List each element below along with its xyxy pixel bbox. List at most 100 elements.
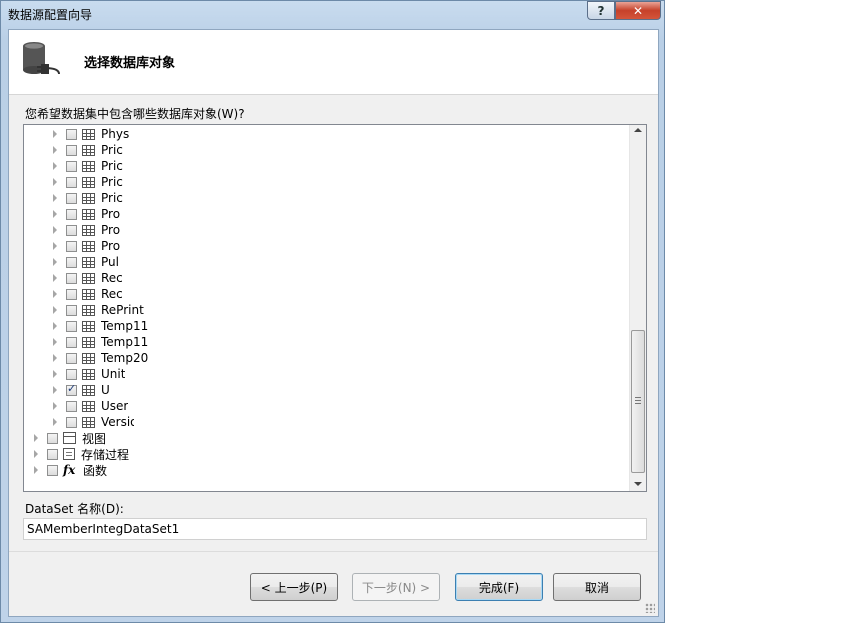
tree-row-table[interactable]: Pro — [50, 238, 134, 254]
tree-row-table[interactable]: Phys — [50, 126, 134, 142]
tree-row-table[interactable]: RePrint — [50, 302, 144, 318]
dataset-name-label: DataSet 名称(D): — [25, 502, 124, 516]
finish-button[interactable]: 完成(F) — [455, 573, 543, 601]
tree-checkbox[interactable] — [66, 352, 77, 364]
expand-arrow-icon[interactable] — [50, 414, 59, 430]
tree-checkbox[interactable] — [47, 448, 58, 460]
tree-row-table[interactable]: Rec — [50, 286, 134, 302]
tree-row-label: Pric — [101, 143, 123, 157]
back-button[interactable]: < 上一步(P) — [250, 573, 338, 601]
tree-group-views[interactable]: 视图 — [31, 430, 106, 446]
tree-row-table[interactable]: Rec — [50, 270, 134, 286]
close-button[interactable]: ✕ — [615, 1, 661, 20]
tree-group-functions[interactable]: fx 函数 — [31, 462, 107, 478]
tree-checkbox[interactable] — [66, 144, 77, 156]
tree-row-label: Pul — [101, 255, 119, 269]
tree-vertical-scrollbar[interactable] — [629, 125, 646, 491]
table-icon — [82, 416, 95, 428]
tree-checkbox[interactable] — [66, 176, 77, 188]
tree-checkbox[interactable] — [66, 368, 77, 380]
tree-row-table[interactable]: User — [50, 398, 128, 414]
database-objects-tree[interactable]: Phys Pric Pric Pric Pric Pro Pro Pro Pul… — [23, 124, 647, 492]
tree-checkbox[interactable] — [66, 400, 77, 412]
tree-prompt-label: 您希望数据集中包含哪些数据库对象(W)? — [25, 107, 245, 121]
expand-arrow-icon[interactable] — [50, 174, 59, 190]
expand-arrow-icon[interactable] — [31, 446, 40, 462]
tree-row-table[interactable]: Unit — [50, 366, 125, 382]
scrollbar-thumb[interactable] — [631, 330, 645, 473]
tree-row-label: Temp11 — [101, 319, 149, 333]
tree-row-table[interactable]: Pro — [50, 206, 134, 222]
expand-arrow-icon[interactable] — [50, 398, 59, 414]
tree-checkbox[interactable] — [66, 304, 77, 316]
table-icon — [82, 304, 95, 316]
tree-row-label: Temp11 — [101, 335, 149, 349]
tree-checkbox[interactable] — [66, 320, 77, 332]
table-icon — [82, 400, 95, 412]
expand-arrow-icon[interactable] — [50, 270, 59, 286]
cancel-button[interactable]: 取消 — [553, 573, 641, 601]
tree-row-table[interactable]: Temp20 — [50, 350, 148, 366]
scroll-up-arrow-icon[interactable] — [634, 128, 642, 132]
expand-arrow-icon[interactable] — [50, 318, 59, 334]
table-icon — [82, 192, 95, 204]
tree-row-table[interactable]: Versio — [50, 414, 134, 430]
resize-grip-icon[interactable] — [645, 603, 655, 613]
dataset-name-input[interactable] — [23, 518, 647, 540]
expand-arrow-icon[interactable] — [50, 238, 59, 254]
tree-checkbox[interactable] — [66, 160, 77, 172]
expand-arrow-icon[interactable] — [50, 334, 59, 350]
tree-row-label: Rec — [101, 287, 123, 301]
tree-checkbox[interactable] — [66, 192, 77, 204]
tree-row-label: Pric — [101, 175, 123, 189]
tree-checkbox[interactable] — [66, 416, 77, 428]
tree-row-table[interactable]: Pric — [50, 190, 134, 206]
expand-arrow-icon[interactable] — [50, 254, 59, 270]
wizard-window: 数据源配置向导 ? ✕ 选择数据库对象 您希望数据集中包含哪些数据库对象(W)? — [0, 0, 665, 623]
expand-arrow-icon[interactable] — [50, 286, 59, 302]
tree-row-table[interactable]: Pric — [50, 158, 134, 174]
tree-row-table[interactable]: Pric — [50, 142, 134, 158]
table-icon — [82, 176, 95, 188]
expand-arrow-icon[interactable] — [50, 142, 59, 158]
expand-arrow-icon[interactable] — [50, 366, 59, 382]
expand-arrow-icon[interactable] — [50, 158, 59, 174]
table-icon — [82, 336, 95, 348]
tree-row-table[interactable]: Temp11 — [50, 318, 148, 334]
tree-checkbox[interactable] — [47, 432, 58, 444]
tree-group-stored-procedures[interactable]: 存储过程 — [31, 446, 129, 462]
tree-row-table[interactable]: Temp11 — [50, 334, 148, 350]
database-icon — [23, 42, 60, 75]
tree-checkbox[interactable] — [66, 288, 77, 300]
tree-checkbox[interactable] — [66, 224, 77, 236]
next-button[interactable]: 下一步(N) > — [352, 573, 440, 601]
footer-divider — [9, 551, 658, 552]
expand-arrow-icon[interactable] — [50, 222, 59, 238]
tree-row-label: Rec — [101, 271, 123, 285]
expand-arrow-icon[interactable] — [50, 382, 59, 398]
expand-arrow-icon[interactable] — [50, 350, 59, 366]
tree-checkbox[interactable] — [66, 128, 77, 140]
tree-checkbox[interactable] — [66, 272, 77, 284]
tree-row-table[interactable]: Pro — [50, 222, 134, 238]
expand-arrow-icon[interactable] — [50, 126, 59, 142]
tree-row-table[interactable]: U — [50, 382, 110, 398]
expand-arrow-icon[interactable] — [50, 190, 59, 206]
help-button[interactable]: ? — [587, 1, 615, 20]
title-bar[interactable]: 数据源配置向导 ? ✕ — [1, 1, 664, 29]
table-icon — [82, 128, 95, 140]
tree-checkbox[interactable] — [66, 240, 77, 252]
scroll-down-arrow-icon[interactable] — [634, 482, 642, 486]
tree-checkbox-checked[interactable] — [66, 382, 77, 396]
tree-checkbox[interactable] — [66, 208, 77, 220]
tree-checkbox[interactable] — [47, 464, 58, 476]
expand-arrow-icon[interactable] — [31, 430, 40, 446]
tree-row-table[interactable]: Pul — [50, 254, 134, 270]
expand-arrow-icon[interactable] — [31, 462, 40, 478]
tree-checkbox[interactable] — [66, 336, 77, 348]
tree-row-table[interactable]: Pric — [50, 174, 134, 190]
wizard-header: 选择数据库对象 — [9, 30, 658, 95]
tree-checkbox[interactable] — [66, 256, 77, 268]
expand-arrow-icon[interactable] — [50, 302, 59, 318]
expand-arrow-icon[interactable] — [50, 206, 59, 222]
